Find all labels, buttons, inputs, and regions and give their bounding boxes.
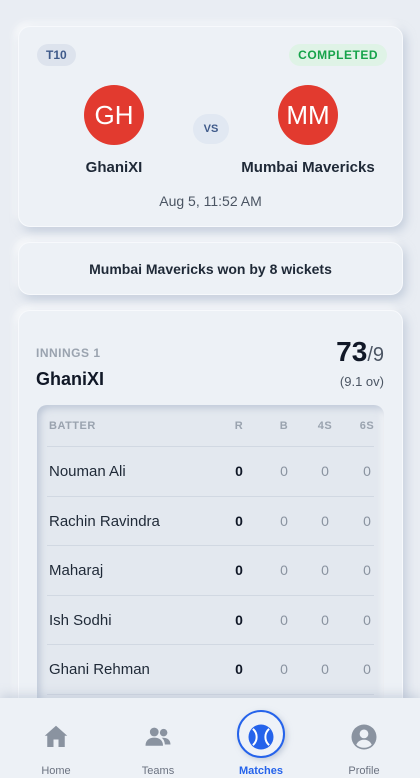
- users-icon: [145, 727, 171, 746]
- batter-sixes: 0: [363, 661, 371, 677]
- innings-wickets: /9: [367, 344, 384, 366]
- header-sixes: 6S: [359, 420, 375, 432]
- batter-name: Maharaj: [49, 562, 104, 579]
- batter-fours: 0: [321, 512, 329, 529]
- user-icon: [351, 724, 377, 750]
- table-row[interactable]: Nouman Ali 0 0 0 0: [47, 447, 374, 497]
- team-a-avatar: GH: [84, 85, 144, 145]
- home-icon: [44, 725, 68, 747]
- result-text: Mumbai Mavericks won by 8 wickets: [89, 261, 332, 277]
- innings-card: INNINGS 1 GhaniXI 73/9 (9.1 ov) BATTER R…: [18, 310, 403, 745]
- nav-home[interactable]: Home: [14, 698, 98, 778]
- batting-table-header: BATTER R B 4S 6S: [47, 405, 374, 447]
- innings-label: INNINGS 1: [36, 346, 101, 360]
- innings-score: 73/9: [336, 336, 384, 368]
- header-runs: R: [234, 420, 244, 432]
- batter-sixes: 0: [363, 512, 371, 529]
- header-fours: 4S: [317, 420, 333, 432]
- nav-teams[interactable]: Teams: [116, 698, 200, 778]
- bottom-nav: Home Teams Matches Profile: [0, 698, 420, 778]
- batter-sixes: 0: [363, 611, 371, 628]
- batter-name: Rachin Ravindra: [49, 512, 160, 530]
- nav-matches[interactable]: Matches: [219, 698, 303, 778]
- batter-fours: 0: [321, 661, 329, 677]
- table-row[interactable]: Maharaj 0 0 0 0: [47, 546, 374, 596]
- team-a-name: GhaniXI: [85, 159, 143, 176]
- batter-balls: 0: [280, 661, 288, 677]
- format-badge: T10: [37, 44, 76, 66]
- team-b[interactable]: MM Mumbai Mavericks: [223, 85, 393, 176]
- table-row[interactable]: Rachin Ravindra 0 0 0 0: [47, 497, 374, 546]
- batter-sixes: 0: [363, 463, 371, 479]
- batter-runs: 0: [235, 512, 243, 529]
- nav-teams-label: Teams: [141, 765, 175, 777]
- innings-runs: 73: [336, 336, 368, 367]
- batter-name: Nouman Ali: [49, 463, 126, 480]
- nav-profile-label: Profile: [348, 765, 380, 777]
- batter-name: Ghani Rehman: [49, 661, 150, 678]
- ball-icon: [248, 724, 274, 750]
- batter-name: Ish Sodhi: [49, 611, 112, 629]
- nav-matches-label: Matches: [238, 765, 284, 777]
- innings-team: GhaniXI: [36, 369, 105, 389]
- batting-table[interactable]: BATTER R B 4S 6S Nouman Ali 0 0 0 0 Rach…: [37, 405, 384, 745]
- batter-balls: 0: [280, 611, 288, 628]
- batter-runs: 0: [235, 661, 243, 677]
- batter-fours: 0: [321, 611, 329, 628]
- batter-fours: 0: [321, 463, 329, 479]
- header-balls: B: [279, 420, 289, 432]
- match-card[interactable]: T10 COMPLETED GH GhaniXI VS MM Mumbai Ma…: [18, 26, 403, 227]
- match-datetime: Aug 5, 11:52 AM: [159, 193, 262, 209]
- team-b-name: Mumbai Mavericks: [241, 159, 375, 176]
- table-row[interactable]: Ghani Rehman 0 0 0 0: [47, 645, 374, 695]
- nav-home-label: Home: [41, 765, 71, 777]
- header-batter: BATTER: [49, 420, 96, 432]
- innings-overs: (9.1 ov): [339, 374, 384, 389]
- batter-runs: 0: [235, 611, 243, 628]
- result-card: Mumbai Mavericks won by 8 wickets: [18, 242, 403, 295]
- batter-fours: 0: [321, 562, 329, 578]
- batter-runs: 0: [235, 562, 243, 578]
- table-row[interactable]: Ish Sodhi 0 0 0 0: [47, 596, 374, 645]
- batter-runs: 0: [235, 463, 243, 479]
- status-badge: COMPLETED: [289, 44, 387, 66]
- nav-profile[interactable]: Profile: [322, 698, 406, 778]
- batter-balls: 0: [280, 562, 288, 578]
- batter-sixes: 0: [363, 562, 371, 578]
- batter-balls: 0: [280, 512, 288, 529]
- batter-balls: 0: [280, 463, 288, 479]
- team-b-avatar: MM: [278, 85, 338, 145]
- team-a[interactable]: GH GhaniXI: [29, 85, 199, 176]
